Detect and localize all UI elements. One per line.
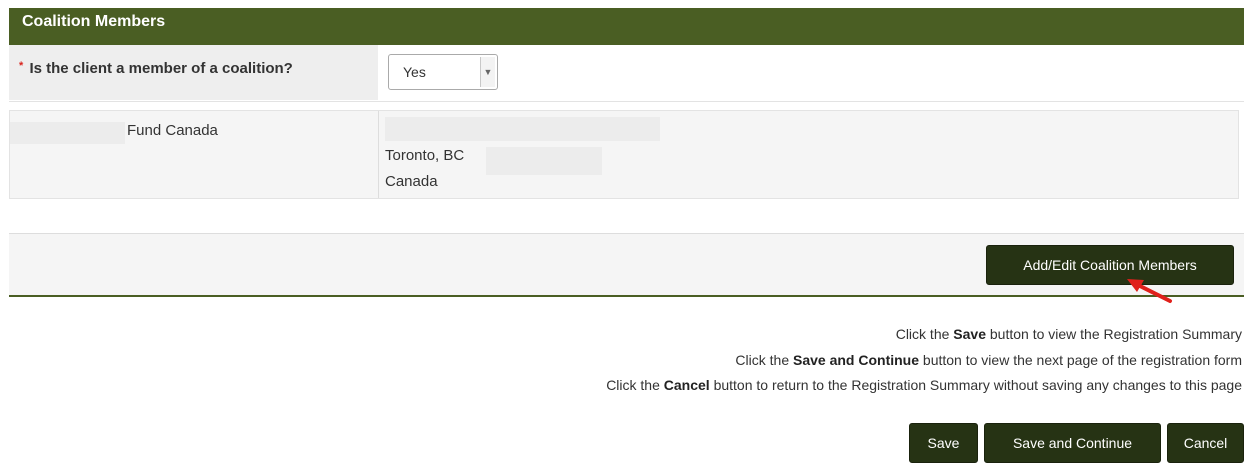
section-header: Coalition Members	[9, 8, 1244, 45]
coalition-actions-band: Add/Edit Coalition Members	[9, 233, 1244, 297]
question-label-cell: * Is the client a member of a coalition?	[9, 45, 378, 100]
column-divider	[378, 111, 379, 198]
section-title: Coalition Members	[22, 13, 166, 30]
instruction-save-continue: Click the Save and Continue button to vi…	[735, 352, 1242, 368]
redacted-area	[385, 117, 660, 141]
cancel-button[interactable]: Cancel	[1167, 423, 1244, 463]
coalition-member-row: Fund Canada Toronto, BC Canada	[9, 110, 1239, 199]
coalition-question-row: * Is the client a member of a coalition?…	[9, 45, 1244, 102]
question-label: Is the client a member of a coalition?	[29, 60, 293, 77]
select-value: Yes	[403, 64, 426, 80]
member-country: Canada	[385, 173, 438, 190]
redacted-area	[10, 122, 125, 144]
save-button[interactable]: Save	[909, 423, 978, 463]
member-name: Fund Canada	[127, 122, 218, 139]
add-edit-coalition-members-button[interactable]: Add/Edit Coalition Members	[986, 245, 1234, 285]
redacted-area	[486, 147, 602, 175]
member-city: Toronto, BC	[385, 147, 465, 164]
red-arrow-icon	[1127, 279, 1172, 303]
required-marker: *	[19, 60, 24, 72]
chevron-down-icon: ▼	[480, 57, 495, 87]
instruction-save: Click the Save button to view the Regist…	[895, 326, 1242, 342]
coalition-member-select[interactable]: Yes ▼	[388, 54, 498, 90]
save-and-continue-button[interactable]: Save and Continue	[984, 423, 1161, 463]
instruction-cancel: Click the Cancel button to return to the…	[606, 377, 1242, 393]
